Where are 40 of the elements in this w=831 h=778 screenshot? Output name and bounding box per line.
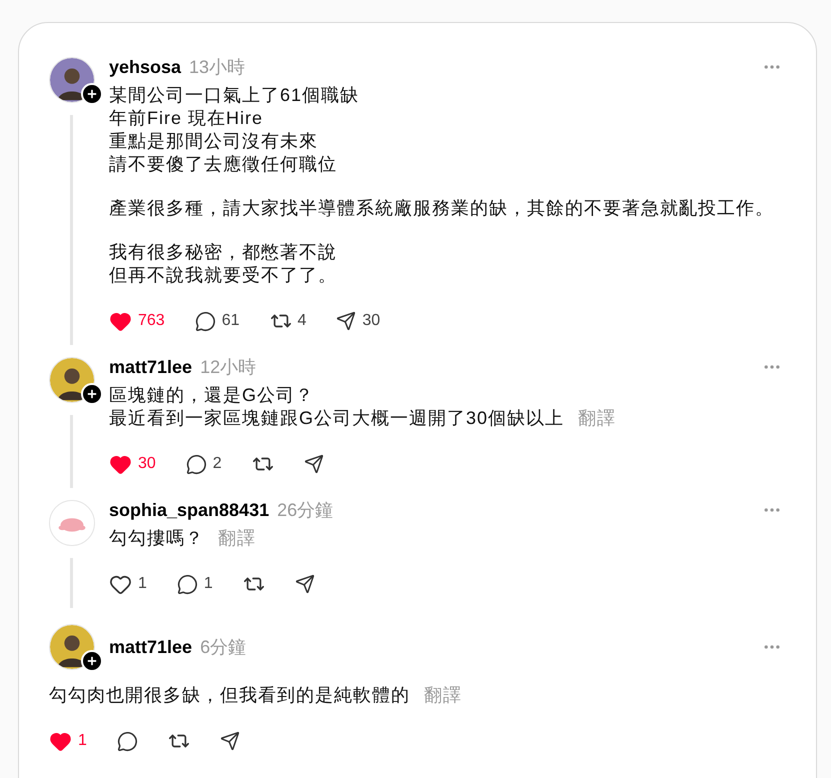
- speech-bubble-icon: [176, 574, 198, 594]
- share-button[interactable]: 30: [336, 309, 380, 333]
- share-button[interactable]: [304, 454, 324, 474]
- post-time: 6分鐘: [200, 637, 246, 657]
- post-text: 區塊鏈的，還是G公司？: [109, 384, 314, 407]
- paper-plane-icon: [220, 731, 240, 751]
- reply-button[interactable]: [116, 730, 138, 752]
- post-text: 但再不說我就要受不了了。: [109, 264, 337, 287]
- post-text: 請不要傻了去應徵任何職位: [109, 153, 337, 176]
- post-text: 某間公司一口氣上了61個職缺: [109, 84, 360, 107]
- username[interactable]: yehsosa: [109, 57, 182, 77]
- share-button[interactable]: [294, 574, 315, 594]
- like-button[interactable]: 1: [109, 572, 147, 596]
- repost-button[interactable]: 4: [270, 309, 306, 333]
- paper-plane-icon: [294, 574, 315, 594]
- post-time: 12小時: [200, 357, 256, 377]
- like-button[interactable]: 1: [49, 729, 87, 753]
- speech-bubble-icon: [116, 730, 138, 752]
- post-text: 產業很多種，請大家找半導體系統廠服務業的缺，其餘的不要著急就亂投工作。: [109, 197, 774, 220]
- like-button[interactable]: 30: [109, 452, 156, 476]
- reply-button[interactable]: 1: [176, 572, 213, 596]
- post-text: 重點是那間公司沒有未來: [109, 130, 318, 153]
- reply-button[interactable]: 61: [194, 309, 240, 333]
- post-text: 勾勾摟嗎？: [109, 527, 204, 550]
- username[interactable]: sophia_span88431: [109, 500, 270, 520]
- post-text: 最近看到一家區塊鏈跟G公司大概一週開了30個缺以上: [109, 407, 564, 430]
- paper-plane-icon: [304, 454, 324, 474]
- post-time: 26分鐘: [277, 500, 334, 520]
- share-button[interactable]: [220, 731, 240, 751]
- paper-plane-icon: [336, 311, 356, 331]
- username[interactable]: matt71lee: [109, 637, 192, 657]
- post-text: 勾勾肉也開很多缺，但我看到的是純軟體的: [49, 684, 410, 707]
- post-text: 年前Fire 現在Hire: [109, 107, 264, 130]
- post-text: 我有很多秘密，都憋著不說: [109, 241, 337, 264]
- post-time: 13小時: [189, 57, 246, 77]
- speech-bubble-icon: [194, 310, 216, 332]
- like-button[interactable]: 763: [109, 309, 165, 333]
- reply-button[interactable]: 2: [186, 452, 222, 476]
- username[interactable]: matt71lee: [109, 357, 192, 377]
- speech-bubble-icon: [186, 454, 207, 474]
